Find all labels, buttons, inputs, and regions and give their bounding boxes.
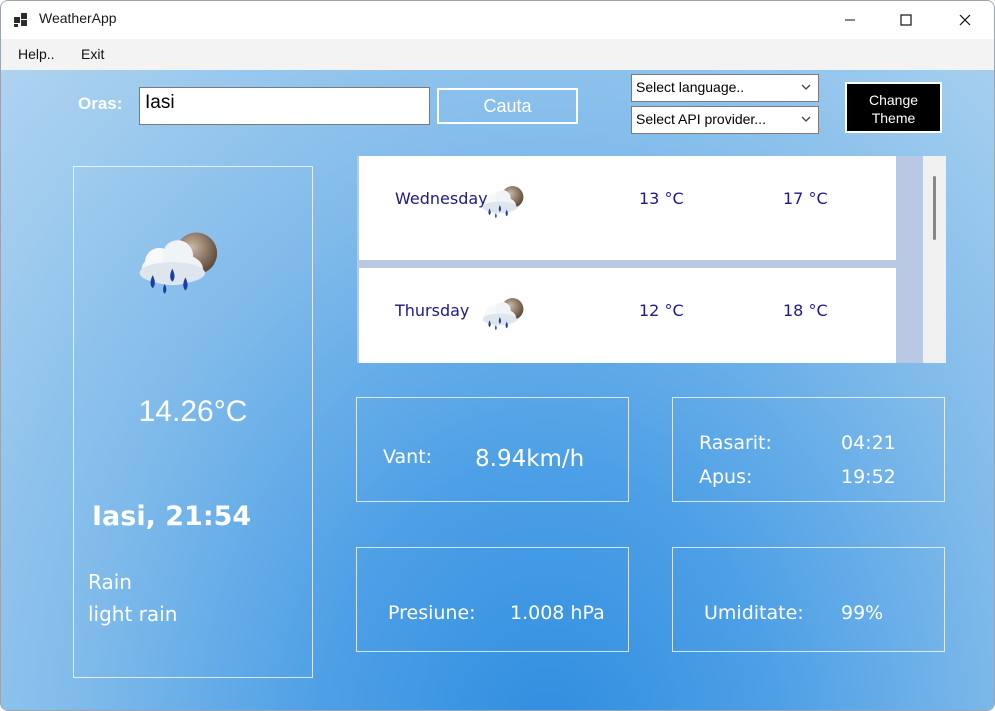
sunrise-value: 04:21 <box>841 432 896 454</box>
wind-panel: Vant: 8.94km/h <box>356 397 629 502</box>
language-select-value: Select language.. <box>636 79 745 95</box>
current-weather-panel: 14.26°C Iasi, 21:54 Rain light rain <box>73 166 313 678</box>
scrollbar-thumb[interactable] <box>933 176 936 240</box>
window-title: WeatherApp <box>39 10 117 26</box>
search-button[interactable]: Cauta <box>437 88 578 124</box>
maximize-icon <box>900 14 912 26</box>
sun-panel: Rasarit: 04:21 Apus: 19:52 <box>672 397 945 502</box>
change-theme-line2: Theme <box>871 110 916 126</box>
rain-cloud-moon-icon <box>482 298 524 331</box>
menu-exit[interactable]: Exit <box>81 46 104 62</box>
forecast-min-temp: 12 °C <box>639 301 684 320</box>
maximize-button[interactable] <box>877 1 935 39</box>
wind-value: 8.94km/h <box>475 446 585 472</box>
forecast-day: Wednesday <box>395 189 488 208</box>
menu-bar: Help.. Exit <box>1 39 994 70</box>
humidity-label: Umiditate: <box>704 602 804 624</box>
forecast-max-temp: 17 °C <box>783 189 828 208</box>
title-bar[interactable]: WeatherApp <box>1 1 994 39</box>
api-provider-select[interactable]: Select API provider... <box>631 106 819 134</box>
app-window: WeatherApp Help.. Exit Oras: Iasi Cauta … <box>0 0 995 711</box>
change-theme-line1: Change <box>868 92 919 108</box>
sunrise-label: Rasarit: <box>699 432 772 454</box>
forecast-scrollbar[interactable] <box>923 156 946 363</box>
forecast-item: Wednesday 13 °C 17 °C <box>359 156 896 260</box>
weather-main: Rain <box>88 570 132 594</box>
language-select[interactable]: Select language.. <box>631 74 819 102</box>
city-label: Oras: <box>78 94 123 113</box>
app-icon <box>14 13 27 27</box>
minimize-icon <box>845 19 855 21</box>
main-area: Oras: Iasi Cauta Select language.. Selec… <box>1 70 994 710</box>
rain-cloud-moon-icon <box>139 232 218 294</box>
api-provider-select-value: Select API provider... <box>636 111 766 127</box>
sunset-value: 19:52 <box>841 466 896 488</box>
chevron-down-icon <box>801 116 811 122</box>
sunset-label: Apus: <box>699 466 753 488</box>
forecast-item: Thursday 12 °C 18 °C <box>359 268 896 363</box>
humidity-value: 99% <box>841 602 884 624</box>
pressure-panel: Presiune: 1.008 hPa <box>356 547 629 652</box>
city-time: Iasi, 21:54 <box>92 501 252 532</box>
humidity-panel: Umiditate: 99% <box>672 547 945 652</box>
forecast-max-temp: 18 °C <box>783 301 828 320</box>
forecast-min-temp: 13 °C <box>639 189 684 208</box>
minimize-button[interactable] <box>821 1 879 39</box>
current-temperature: 14.26°C <box>138 395 248 428</box>
city-input[interactable]: Iasi <box>139 87 430 125</box>
close-icon <box>959 14 971 26</box>
rain-cloud-moon-icon <box>482 186 524 219</box>
forecast-list[interactable]: Wednesday 13 °C 17 °C Thursday 12 °C 18 … <box>357 156 946 363</box>
chevron-down-icon <box>801 84 811 90</box>
forecast-day: Thursday <box>395 301 470 320</box>
wind-label: Vant: <box>383 446 433 468</box>
pressure-value: 1.008 hPa <box>510 602 605 624</box>
change-theme-button[interactable]: Change Theme <box>845 82 942 133</box>
close-button[interactable] <box>936 1 994 39</box>
pressure-label: Presiune: <box>388 602 476 624</box>
menu-help[interactable]: Help.. <box>18 46 55 62</box>
weather-description: light rain <box>88 602 178 626</box>
